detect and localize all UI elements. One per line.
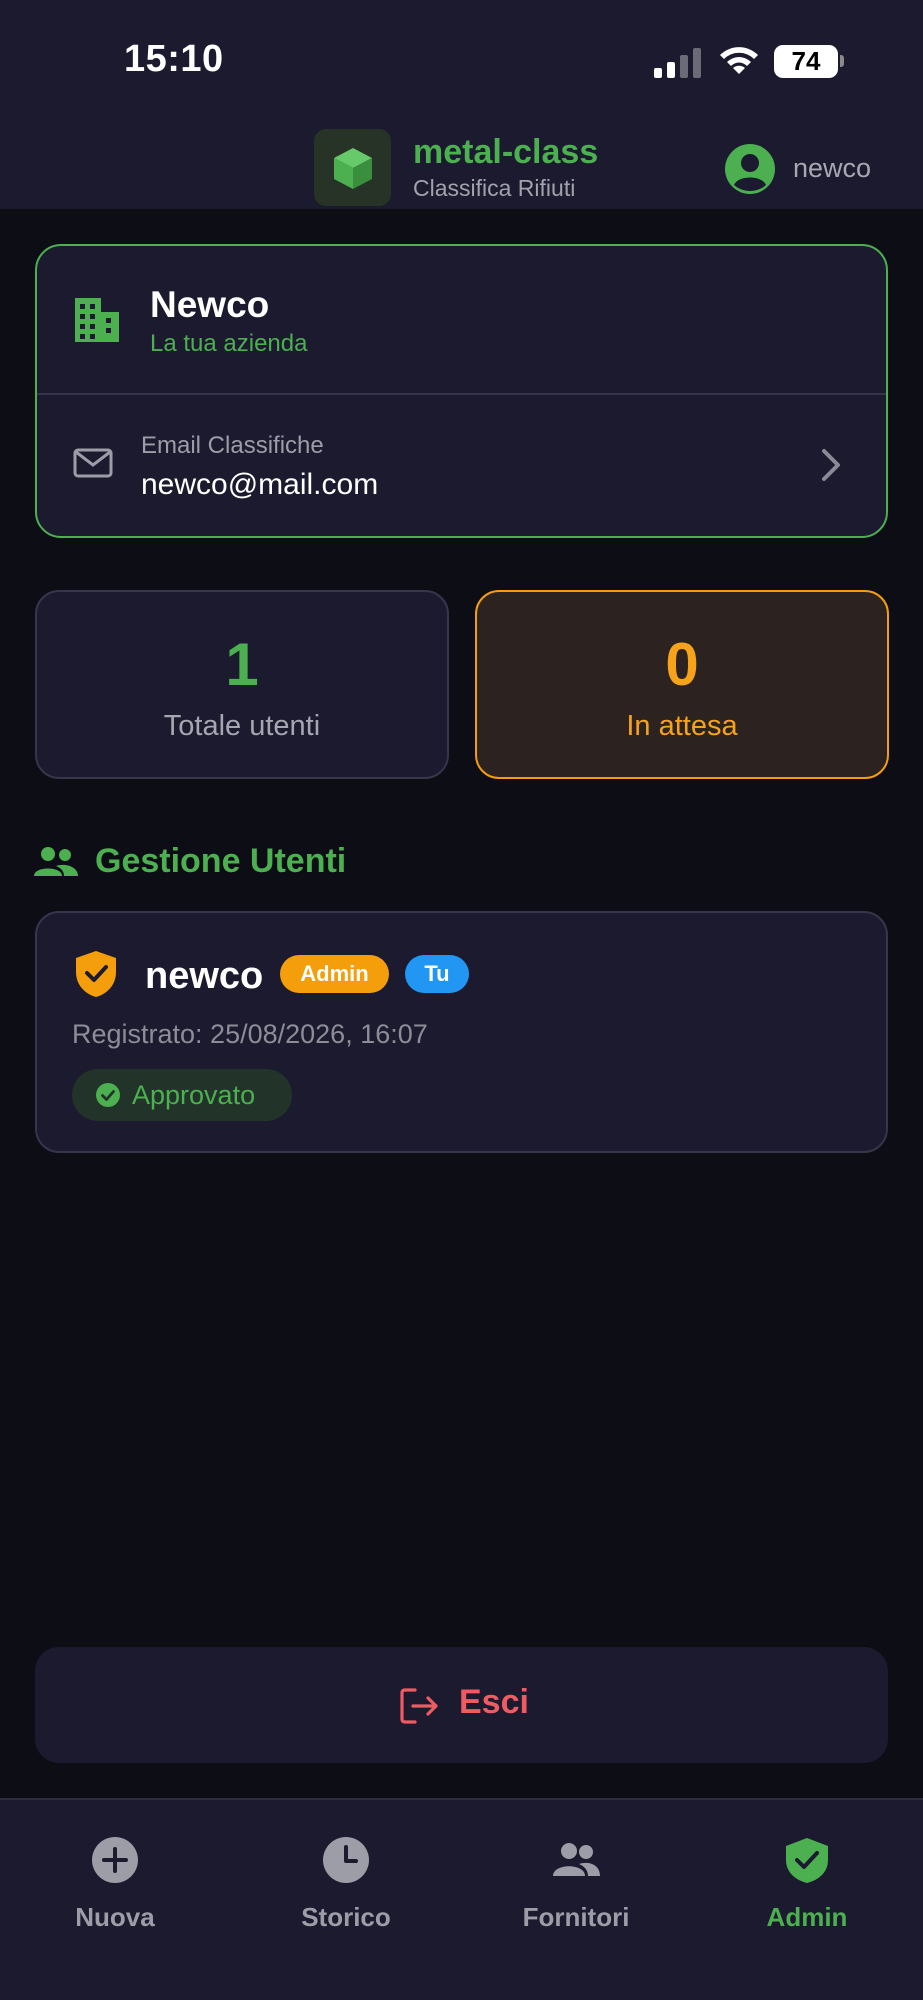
section-title: Gestione Utenti bbox=[95, 842, 347, 880]
shield-check-icon bbox=[76, 951, 116, 997]
logout-label: Esci bbox=[459, 1683, 529, 1721]
pending-users-card: 0 In attesa bbox=[475, 590, 889, 779]
email-label: Email Classifiche bbox=[141, 432, 324, 459]
app-header: metal-class Classifica Rifiuti newco bbox=[0, 115, 923, 209]
email-value: newco@mail.com bbox=[141, 468, 379, 501]
status-bar: 15:10 74 bbox=[0, 0, 923, 115]
email-row[interactable]: Email Classifiche newco@mail.com bbox=[37, 395, 886, 536]
cube-icon bbox=[333, 147, 372, 189]
check-circle-icon bbox=[96, 1083, 120, 1107]
shield-check-icon bbox=[786, 1838, 828, 1883]
admin-badge: Admin bbox=[280, 955, 389, 993]
nav-item-admin[interactable]: Admin bbox=[707, 1836, 907, 1933]
logout-icon bbox=[400, 1688, 438, 1724]
company-name: Newco bbox=[150, 284, 270, 325]
status-text: Approvato bbox=[132, 1080, 256, 1110]
wifi-icon bbox=[720, 47, 758, 74]
building-icon bbox=[75, 298, 119, 342]
chevron-right-icon bbox=[822, 449, 840, 481]
people-icon bbox=[553, 1843, 600, 1876]
status-badge: Approvato bbox=[72, 1069, 292, 1121]
battery-icon: 74 bbox=[774, 45, 838, 78]
plus-circle-icon bbox=[92, 1837, 138, 1883]
nav-label-storico: Storico bbox=[301, 1902, 391, 1932]
total-users-card: 1 Totale utenti bbox=[35, 590, 449, 779]
pending-users-value: 0 bbox=[665, 631, 699, 698]
user-registered-date: Registrato: 25/08/2026, 16:07 bbox=[72, 1019, 428, 1049]
app-logo bbox=[314, 129, 391, 206]
total-users-label: Totale utenti bbox=[163, 710, 321, 742]
bottom-nav: Nuova Storico Fornitori Admin bbox=[0, 1798, 923, 2000]
app-title: metal-class bbox=[413, 133, 599, 171]
company-subtitle: La tua azienda bbox=[150, 330, 308, 357]
clock-icon bbox=[323, 1837, 369, 1883]
mail-icon bbox=[73, 448, 113, 478]
pending-users-label: In attesa bbox=[626, 710, 738, 742]
cellular-signal-icon bbox=[654, 48, 701, 78]
user-card[interactable]: newco Admin Tu Registrato: 25/08/2026, 1… bbox=[35, 911, 888, 1153]
battery-cap bbox=[840, 55, 844, 67]
total-users-value: 1 bbox=[225, 631, 259, 698]
people-icon bbox=[34, 847, 78, 876]
company-card: Newco La tua azienda Email Classifiche n… bbox=[35, 244, 888, 538]
status-time: 15:10 bbox=[124, 38, 224, 80]
app-subtitle: Classifica Rifiuti bbox=[413, 175, 576, 201]
user-name: newco bbox=[145, 955, 264, 997]
nav-label-fornitori: Fornitori bbox=[522, 1902, 630, 1932]
account-circle-icon[interactable] bbox=[724, 143, 776, 195]
nav-label-admin: Admin bbox=[766, 1902, 848, 1932]
nav-item-storico[interactable]: Storico bbox=[246, 1836, 446, 1933]
logout-button[interactable]: Esci bbox=[35, 1647, 888, 1763]
header-username[interactable]: newco bbox=[793, 153, 871, 184]
nav-item-nuova[interactable]: Nuova bbox=[15, 1836, 215, 1933]
self-badge: Tu bbox=[405, 955, 469, 993]
nav-item-fornitori[interactable]: Fornitori bbox=[476, 1836, 676, 1933]
nav-label-nuova: Nuova bbox=[75, 1902, 155, 1932]
